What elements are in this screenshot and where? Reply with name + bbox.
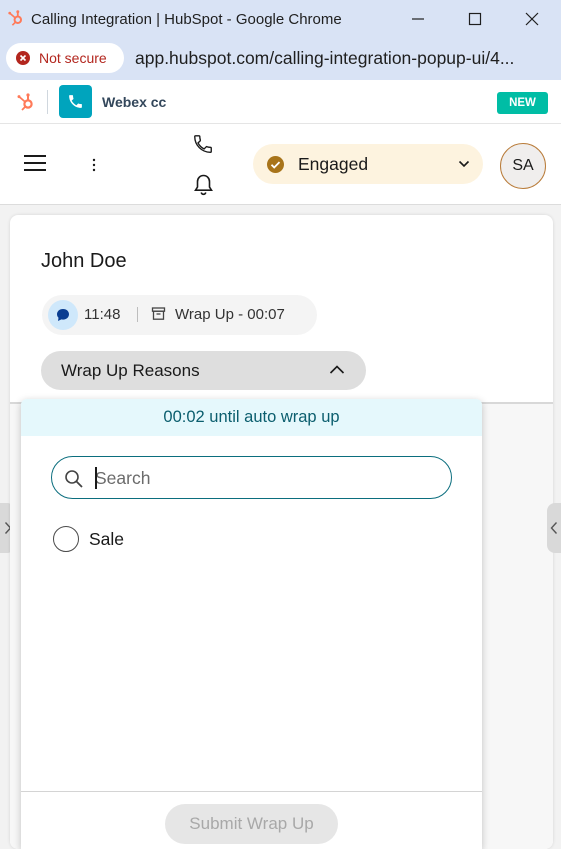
call-duration: 11:48 [84, 306, 121, 323]
search-icon [65, 470, 83, 488]
wrap-up-separator: - [238, 306, 244, 323]
chevron-up-icon [329, 365, 345, 374]
wrap-up-reasons-label: Wrap Up Reasons [61, 361, 200, 380]
agent-state-label: Engaged [298, 154, 369, 174]
auto-wrap-notice: 00:02 until auto wrap up [21, 399, 482, 436]
security-chip[interactable]: Not secure [6, 43, 124, 73]
user-avatar[interactable]: SA [500, 143, 546, 189]
submit-wrap-up-button[interactable]: Submit Wrap Up [165, 804, 338, 844]
wrap-reason-option-sale[interactable]: Sale [53, 526, 253, 552]
url-text[interactable]: app.hubspot.com/calling-integration-popu… [135, 48, 514, 69]
close-icon [525, 12, 539, 26]
maximize-button[interactable] [452, 0, 498, 38]
window-title: Calling Integration | HubSpot - Google C… [31, 11, 342, 28]
timer-divider [137, 307, 138, 322]
wrap-up-icon [151, 307, 166, 320]
minimize-icon [412, 18, 424, 20]
phone-icon[interactable] [192, 133, 214, 155]
agent-state-dropdown[interactable]: Engaged [253, 144, 483, 184]
wrap-up-reasons-toggle[interactable]: Wrap Up Reasons [41, 351, 366, 390]
hubspot-sprocket-icon [17, 93, 33, 111]
chevron-down-icon [458, 160, 470, 168]
close-window-button[interactable] [509, 0, 555, 38]
wrap-up-timer: Wrap Up - 00:07 [175, 306, 285, 323]
calling-app-name: Webex cc [102, 94, 167, 110]
minimize-button[interactable] [395, 0, 441, 38]
popover-divider [21, 791, 482, 792]
address-bar: Not secure app.hubspot.com/calling-integ… [0, 38, 561, 80]
wrap-reason-label: Sale [89, 529, 125, 549]
browser-title-bar: Calling Integration | HubSpot - Google C… [0, 0, 561, 38]
chevron-left-icon [550, 522, 558, 534]
not-secure-icon [16, 51, 30, 65]
webex-toolbar: Engaged SA [0, 124, 561, 205]
chat-bubble-icon [48, 300, 78, 330]
phone-icon [69, 95, 82, 108]
wrap-up-label: Wrap Up [175, 306, 234, 323]
text-caret [95, 467, 97, 489]
header-divider [47, 90, 48, 114]
bell-icon[interactable] [193, 173, 214, 196]
wrap-up-time: 00:07 [247, 306, 285, 323]
calling-app-header: Webex cc NEW [0, 80, 561, 124]
calling-app-icon [59, 85, 92, 118]
new-badge: NEW [497, 92, 548, 114]
hubspot-sprocket-icon [8, 10, 23, 26]
contact-name: John Doe [41, 250, 127, 272]
search-input[interactable] [95, 465, 435, 491]
more-vertical-icon[interactable] [89, 157, 99, 173]
hamburger-menu-icon[interactable] [24, 154, 46, 172]
expand-right-handle[interactable] [547, 503, 561, 553]
check-circle-icon [267, 156, 284, 173]
security-label: Not secure [39, 50, 107, 66]
call-timers: 11:48 Wrap Up - 00:07 [42, 295, 317, 335]
radio-button[interactable] [53, 526, 79, 552]
maximize-icon [468, 12, 482, 26]
wrap-up-popover: 00:02 until auto wrap up Sale Submit Wra… [21, 399, 482, 849]
wrap-up-search[interactable] [51, 456, 452, 499]
